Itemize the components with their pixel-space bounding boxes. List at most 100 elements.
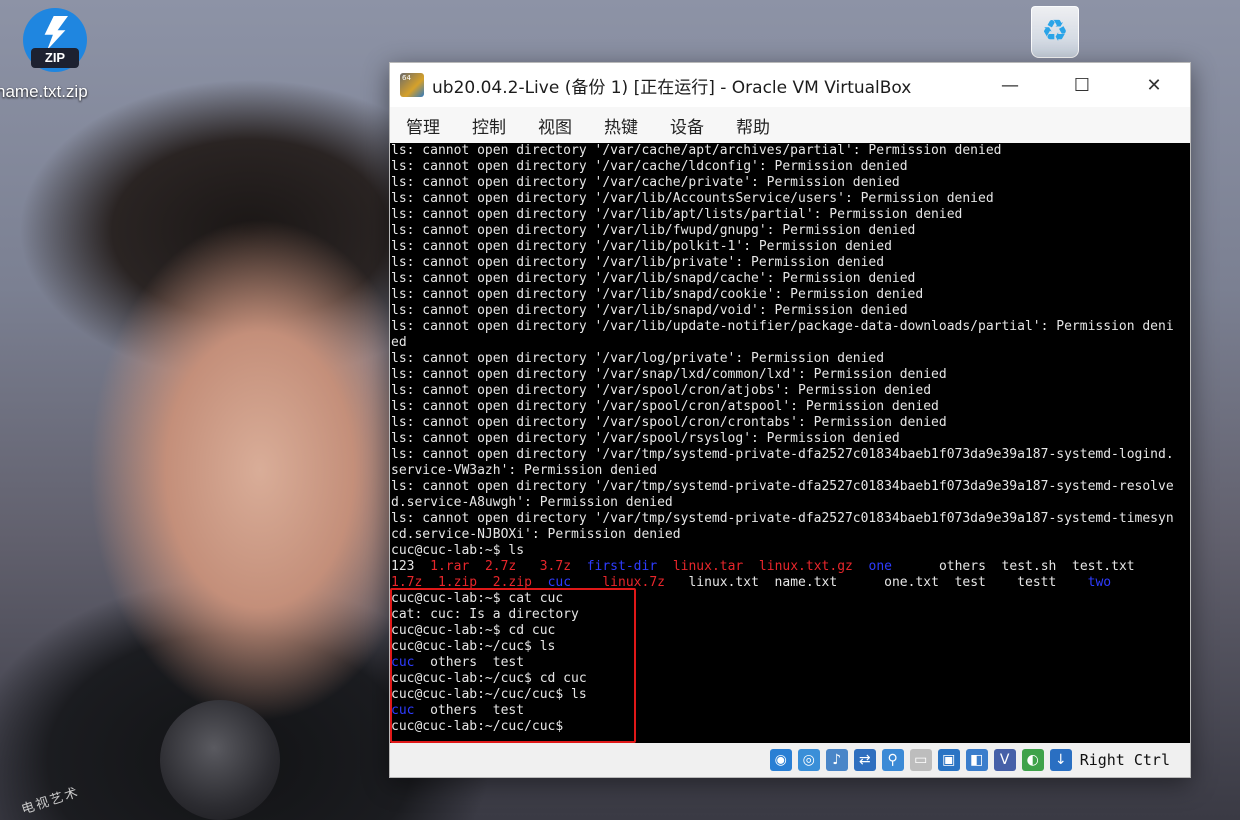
terminal-text: ls: cannot open directory '/var/lib/snap… <box>391 287 924 302</box>
maximize-button[interactable]: ☐ <box>1046 63 1118 107</box>
terminal-line: cat: cuc: Is a directory <box>391 607 1174 623</box>
terminal-text: linux.txt name.txt one.txt test testt <box>664 575 1088 590</box>
keyboard-capture-icon[interactable]: ↓ <box>1049 749 1072 771</box>
terminal-text: cuc@cuc-lab:~$ ls <box>391 543 525 558</box>
status-bar: ◉ ◎ ♪ ⇄ ⚲ ▭ ▣ ◧ V ◐ ↓ Right Ctrl <box>390 743 1190 777</box>
terminal-line: cuc@cuc-lab:~$ ls <box>391 543 1174 559</box>
menu-control[interactable]: 控制 <box>472 113 506 138</box>
terminal-line: ls: cannot open directory '/var/lib/priv… <box>391 255 1174 271</box>
title-bar[interactable]: 64 ub20.04.2-Live (备份 1) [正在运行] - Oracle… <box>390 63 1190 107</box>
terminal-line: ls: cannot open directory '/var/cache/ap… <box>391 143 1174 159</box>
terminal-text: 123 <box>391 559 431 574</box>
terminal-line: 1.7z 1.zip 2.zip cuc linux.7z linux.txt … <box>391 575 1174 591</box>
terminal-text: cat: cuc: Is a directory <box>391 607 579 622</box>
terminal-line: ls: cannot open directory '/var/lib/snap… <box>391 287 1174 303</box>
menu-view[interactable]: 视图 <box>538 113 572 138</box>
terminal-text: ls: cannot open directory '/var/cache/ap… <box>391 143 1002 158</box>
virtualbox-app-icon: 64 <box>400 73 424 97</box>
terminal-text: ls: cannot open directory '/var/tmp/syst… <box>391 511 1174 526</box>
terminal-line: ls: cannot open directory '/var/lib/fwup… <box>391 223 1174 239</box>
display-icon[interactable]: ▣ <box>937 749 960 771</box>
archive-file-name: 2.7z <box>484 559 517 574</box>
terminal-text: ls: cannot open directory '/var/lib/polk… <box>391 239 892 254</box>
terminal-text: ls: cannot open directory '/var/lib/snap… <box>391 271 916 286</box>
terminal-line: ls: cannot open directory '/var/spool/rs… <box>391 431 1174 447</box>
optical-drive-icon[interactable]: ◉ <box>769 749 792 771</box>
menu-help[interactable]: 帮助 <box>736 113 770 138</box>
directory-name: cuc <box>391 655 415 670</box>
terminal-line: ls: cannot open directory '/var/lib/polk… <box>391 239 1174 255</box>
window-controls: — ☐ ✕ <box>974 63 1190 107</box>
menu-hotkeys[interactable]: 热键 <box>604 113 638 138</box>
close-button[interactable]: ✕ <box>1118 63 1190 107</box>
archive-file-name: 3.7z <box>539 559 572 574</box>
terminal-line: ls: cannot open directory '/var/tmp/syst… <box>391 447 1174 463</box>
terminal-line: d.service-A8uwgh': Permission denied <box>391 495 1174 511</box>
terminal-text: ls: cannot open directory '/var/lib/fwup… <box>391 223 916 238</box>
menu-manage[interactable]: 管理 <box>406 113 440 138</box>
terminal-text: ls: cannot open directory '/var/lib/Acco… <box>391 191 994 206</box>
directory-name: two <box>1087 575 1112 590</box>
terminal-line: cuc@cuc-lab:~$ cat cuc <box>391 591 1174 607</box>
terminal-line: ls: cannot open directory '/var/lib/upda… <box>391 319 1174 335</box>
menu-devices[interactable]: 设备 <box>670 113 704 138</box>
cd-icon[interactable]: ◎ <box>797 749 820 771</box>
terminal-line: ls: cannot open directory '/var/tmp/syst… <box>391 479 1174 495</box>
terminal-text: ls: cannot open directory '/var/cache/ld… <box>391 159 908 174</box>
terminal-text: others test <box>414 655 525 670</box>
terminal-text: ls: cannot open directory '/var/lib/priv… <box>391 255 885 270</box>
terminal-line: ls: cannot open directory '/var/log/priv… <box>391 351 1174 367</box>
recording-icon[interactable]: V <box>993 749 1016 771</box>
terminal-line: ls: cannot open directory '/var/lib/snap… <box>391 271 1174 287</box>
terminal-text: ls: cannot open directory '/var/log/priv… <box>391 351 885 366</box>
terminal-line: ls: cannot open directory '/var/spool/cr… <box>391 383 1174 399</box>
archive-file-name: 1.7z <box>391 575 423 590</box>
archive-file-name: linux.tar <box>672 559 744 574</box>
shared-folders-icon[interactable]: ▭ <box>909 749 932 771</box>
network-icon[interactable]: ⇄ <box>853 749 876 771</box>
directory-name: one <box>868 559 892 574</box>
archive-file-name: 1.rar <box>430 559 470 574</box>
terminal-text: cuc@cuc-lab:~/cuc/cuc$ <box>391 719 572 734</box>
recycle-bin-icon: ♻ <box>1031 6 1079 58</box>
usb-icon[interactable]: ⚲ <box>881 749 904 771</box>
window-title: ub20.04.2-Live (备份 1) [正在运行] - Oracle VM… <box>432 77 912 98</box>
terminal-text: ls: cannot open directory '/var/snap/lxd… <box>391 367 947 382</box>
audio-icon[interactable]: ♪ <box>825 749 848 771</box>
terminal-line: cuc others test <box>391 703 1174 719</box>
archive-file-name: linux.7z <box>602 575 665 590</box>
desktop-icon-recycle-bin[interactable]: ♻ <box>1024 6 1086 64</box>
terminal-line: ls: cannot open directory '/var/lib/Acco… <box>391 191 1174 207</box>
terminal-text: ls: cannot open directory '/var/cache/pr… <box>391 175 900 190</box>
vm-terminal-screen[interactable]: ls: cannot open directory '/var/cache/ap… <box>390 143 1190 743</box>
terminal-line: cuc@cuc-lab:~/cuc$ cd cuc <box>391 671 1174 687</box>
mouse-integration-icon[interactable]: ◐ <box>1021 749 1044 771</box>
terminal-line: cuc@cuc-lab:~$ cd cuc <box>391 623 1174 639</box>
terminal-text: cd.service-NJBOXi': Permission denied <box>391 527 681 542</box>
terminal-text: others test <box>414 703 525 718</box>
video-capture-icon[interactable]: ◧ <box>965 749 988 771</box>
archive-file-name: 2.zip <box>492 575 532 590</box>
desktop-icon-name-txt-zip[interactable]: ZIP name.txt.zip <box>0 8 110 102</box>
terminal-line: cuc@cuc-lab:~/cuc$ ls <box>391 639 1174 655</box>
microphone-photo <box>160 700 280 820</box>
terminal-line: ls: cannot open directory '/var/cache/ld… <box>391 159 1174 175</box>
terminal-text: others test.sh test.txt <box>891 559 1135 574</box>
terminal-line: ls: cannot open directory '/var/cache/pr… <box>391 175 1174 191</box>
directory-name: cuc <box>391 703 415 718</box>
terminal-line: ls: cannot open directory '/var/tmp/syst… <box>391 511 1174 527</box>
zip-badge: ZIP <box>31 48 79 68</box>
terminal-line: ls: cannot open directory '/var/lib/apt/… <box>391 207 1174 223</box>
archive-file-name: 1.zip <box>437 575 478 590</box>
minimize-button[interactable]: — <box>974 63 1046 107</box>
terminal-line: cuc@cuc-lab:~/cuc/cuc$ ls <box>391 687 1174 703</box>
